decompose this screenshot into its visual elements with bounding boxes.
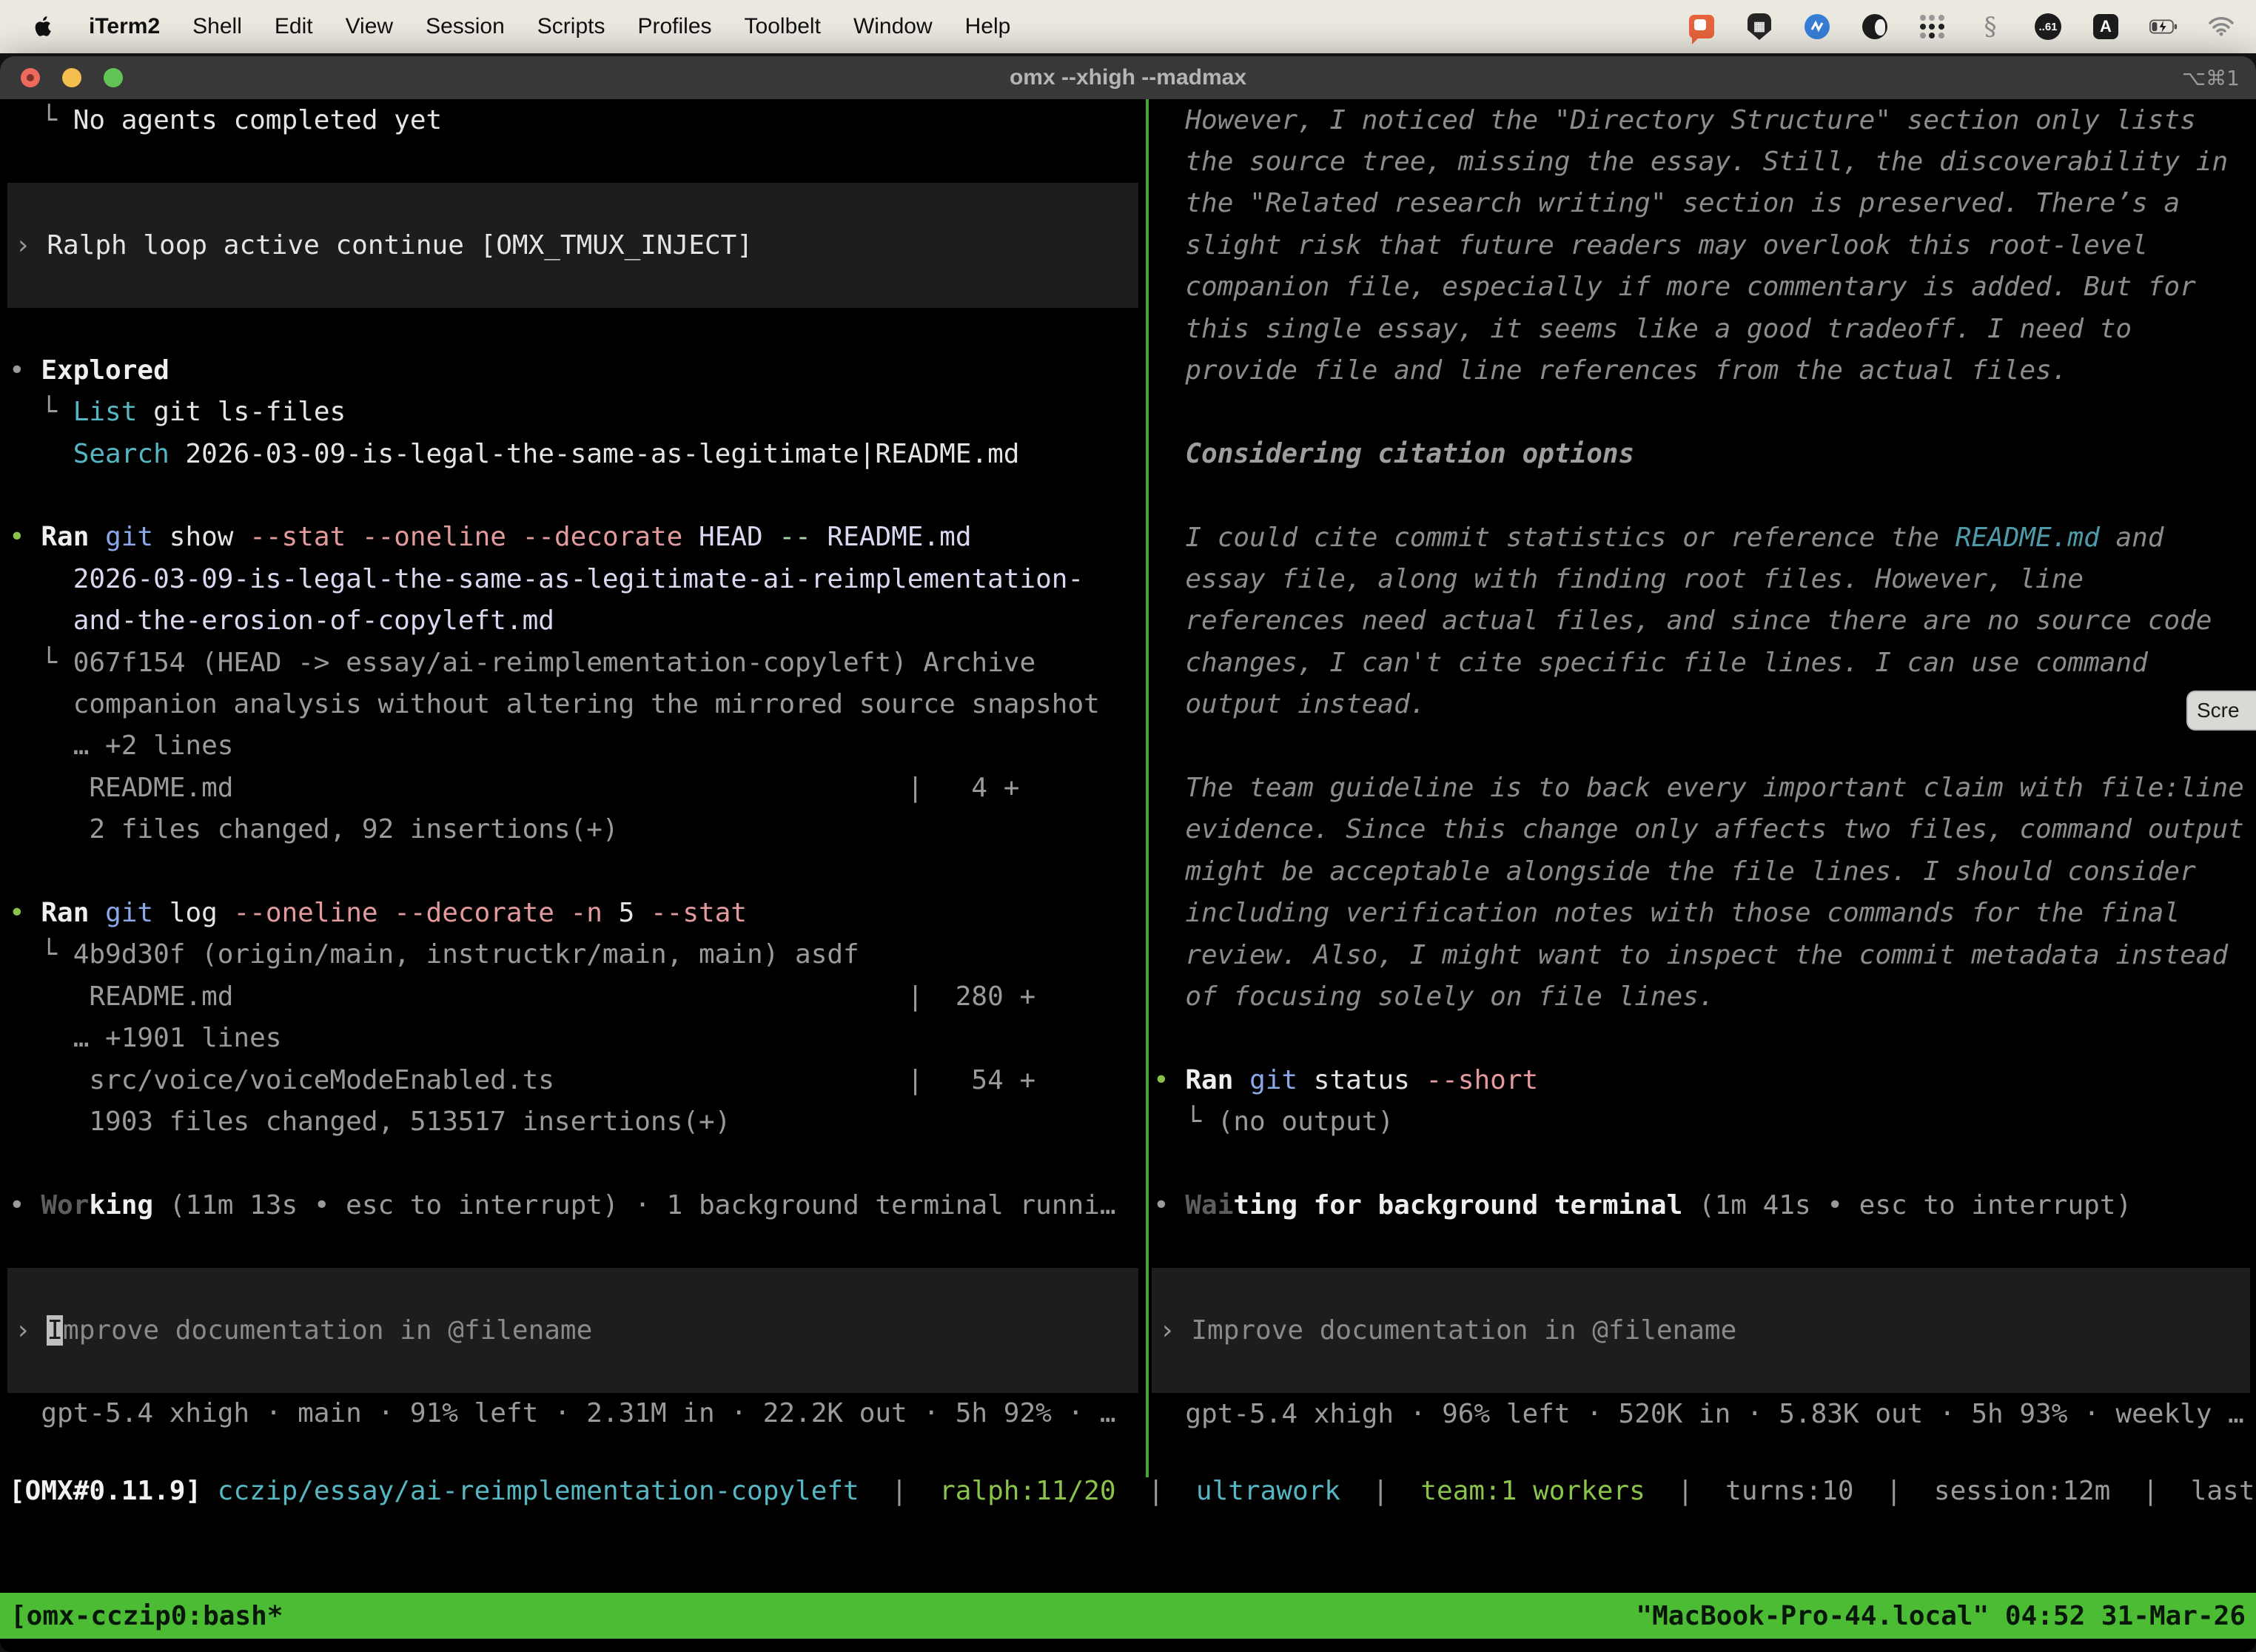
terminal-row: Considering citation options: [1149, 433, 2256, 474]
menu-bar-status-icons: ▦ § ..61 A: [1688, 13, 2256, 41]
menu-bar: iTerm2 Shell Edit View Session Scripts P…: [0, 0, 2256, 53]
terminal-row: [0, 1226, 1146, 1267]
menu-item-help[interactable]: Help: [965, 14, 1011, 39]
terminal-row: [0, 141, 1146, 182]
tmux-pane-right[interactable]: However, I noticed the "Directory Struct…: [1149, 99, 2256, 1477]
terminal-row: [0, 850, 1146, 892]
terminal-row: [1149, 725, 2256, 767]
terminal-row: gpt-5.4 xhigh · 96% left · 520K in · 5.8…: [1149, 1393, 2256, 1434]
menu-item-scripts[interactable]: Scripts: [537, 14, 605, 39]
terminal-row: the "Related research writing" section i…: [1149, 183, 2256, 224]
window-shortcut-badge: ⌥⌘1: [2182, 66, 2240, 90]
terminal-row: src/voice/voiceModeEnabled.ts | 54 +: [0, 1059, 1146, 1101]
screen-share-overlay[interactable]: Scre: [2186, 691, 2256, 731]
tmux-status-bar: [omx-cczip0:bash* "MacBook-Pro-44.local"…: [0, 1593, 2256, 1639]
terminal-row: evidence. Since this change only affects…: [1149, 809, 2256, 850]
menu-item-edit[interactable]: Edit: [275, 14, 313, 39]
apple-menu-icon[interactable]: [28, 13, 56, 41]
chat-icon[interactable]: [1688, 13, 1716, 41]
apple-logo-icon: [32, 15, 53, 38]
terminal-row: references need actual files, and since …: [1149, 600, 2256, 642]
iterm2-window: omx --xhigh --madmax ⌥⌘1 └ No agents com…: [0, 56, 2256, 1652]
percent-badge-icon[interactable]: ..61: [2034, 13, 2062, 41]
terminal-row: 2 files changed, 92 insertions(+): [0, 808, 1146, 850]
terminal-row: [1149, 392, 2256, 433]
text-cursor: I: [47, 1315, 63, 1346]
terminal-row: • Ran git show --stat --oneline --decora…: [0, 517, 1146, 558]
terminal-area[interactable]: └ No agents completed yet › Ralph loop a…: [0, 99, 2256, 1652]
terminal-row: └ List git ls-files: [0, 392, 1146, 433]
terminal-row: companion file, especially if more comme…: [1149, 266, 2256, 308]
menu-item-toolbelt[interactable]: Toolbelt: [745, 14, 821, 39]
terminal-row: • Ran git status --short: [1149, 1059, 2256, 1101]
terminal-row: Search 2026-03-09-is-legal-the-same-as-l…: [0, 433, 1146, 474]
shield-icon[interactable]: ▦: [1745, 13, 1773, 41]
tmux-pane-left[interactable]: └ No agents completed yet › Ralph loop a…: [0, 99, 1146, 1477]
terminal-row: └ No agents completed yet: [0, 99, 1146, 141]
terminal-row: I could cite commit statistics or refere…: [1149, 517, 2256, 558]
terminal-row: 2026-03-09-is-legal-the-same-as-legitima…: [0, 558, 1146, 600]
terminal-row: output instead.: [1149, 683, 2256, 725]
screen-share-overlay-label: Scre: [2197, 699, 2240, 722]
terminal-row: essay file, along with finding root file…: [1149, 558, 2256, 600]
wifi-icon[interactable]: [2207, 13, 2235, 41]
terminal-row: this single essay, it seems like a good …: [1149, 308, 2256, 349]
battery-icon[interactable]: [2149, 13, 2178, 41]
terminal-row: README.md | 4 +: [0, 767, 1146, 808]
terminal-row: [0, 474, 1146, 516]
terminal-row: • Working (11m 13s • esc to interrupt) ·…: [0, 1184, 1146, 1226]
tmux-session-label: [omx-cczip0:bash*: [10, 1601, 283, 1631]
terminal-row: … +2 lines: [0, 725, 1146, 767]
terminal-row: slight risk that future readers may over…: [1149, 224, 2256, 266]
terminal-row: review. Also, I might want to inspect th…: [1149, 934, 2256, 976]
prompt-input-box[interactable]: › Improve documentation in @filename: [1152, 1268, 2250, 1393]
terminal-row: The team guideline is to back every impo…: [1149, 767, 2256, 808]
menu-item-session[interactable]: Session: [426, 14, 505, 39]
terminal-row: [0, 308, 1146, 349]
terminal-row: might be acceptable alongside the file l…: [1149, 850, 2256, 892]
terminal-row: • Ran git log --oneline --decorate -n 5 …: [0, 892, 1146, 933]
terminal-row: [1149, 1143, 2256, 1184]
terminal-row: └ 067f154 (HEAD -> essay/ai-reimplementa…: [0, 642, 1146, 683]
terminal-row: and-the-erosion-of-copyleft.md: [0, 600, 1146, 642]
terminal-row: … +1901 lines: [0, 1017, 1146, 1058]
terminal-row: the source tree, missing the essay. Stil…: [1149, 141, 2256, 182]
omx-status-line: [OMX#0.11.9] cczip/essay/ai-reimplementa…: [0, 1470, 2256, 1512]
terminal-row: • Waiting for background terminal (1m 41…: [1149, 1184, 2256, 1226]
terminal-row: └ (no output): [1149, 1101, 2256, 1142]
spark-icon[interactable]: [1803, 13, 1831, 41]
terminal-row: 1903 files changed, 513517 insertions(+): [0, 1101, 1146, 1142]
terminal-row: README.md | 280 +: [0, 976, 1146, 1017]
menu-item-profiles[interactable]: Profiles: [637, 14, 711, 39]
terminal-row: of focusing solely on file lines.: [1149, 976, 2256, 1017]
dots-grid-icon[interactable]: [1918, 13, 1947, 41]
menu-app-name[interactable]: iTerm2: [89, 14, 160, 39]
menu-item-view[interactable]: View: [346, 14, 393, 39]
terminal-row: [1149, 475, 2256, 517]
window-title: omx --xhigh --madmax: [0, 65, 2256, 90]
terminal-row: [0, 1143, 1146, 1184]
terminal-row: └ 4b9d30f (origin/main, instructkr/main,…: [0, 934, 1146, 976]
terminal-row: companion analysis without altering the …: [0, 683, 1146, 725]
terminal-row: changes, I can't cite specific file line…: [1149, 642, 2256, 683]
terminal-row: including verification notes with those …: [1149, 892, 2256, 933]
terminal-row: [1149, 1226, 2256, 1268]
terminal-row: provide file and line references from th…: [1149, 349, 2256, 391]
terminal-row: However, I noticed the "Directory Struct…: [1149, 99, 2256, 141]
terminal-row: [1149, 1018, 2256, 1059]
terminal-row: gpt-5.4 xhigh · main · 91% left · 2.31M …: [0, 1393, 1146, 1434]
tmux-host-clock-label: "MacBook-Pro-44.local" 04:52 31-Mar-26: [1636, 1601, 2246, 1631]
menu-item-window[interactable]: Window: [853, 14, 933, 39]
menu-item-shell[interactable]: Shell: [192, 14, 242, 39]
prompt-input-box[interactable]: › Improve documentation in @filename: [7, 1268, 1138, 1393]
arc-browser-icon[interactable]: [1861, 13, 1889, 41]
prompt-input-box[interactable]: › Ralph loop active continue [OMX_TMUX_I…: [7, 183, 1138, 308]
terminal-row: • Explored: [0, 349, 1146, 391]
window-titlebar[interactable]: omx --xhigh --madmax ⌥⌘1: [0, 56, 2256, 99]
input-source-icon[interactable]: A: [2092, 13, 2120, 41]
hook-icon[interactable]: §: [1976, 13, 2004, 41]
menu-bar-left: iTerm2 Shell Edit View Session Scripts P…: [0, 13, 1010, 41]
